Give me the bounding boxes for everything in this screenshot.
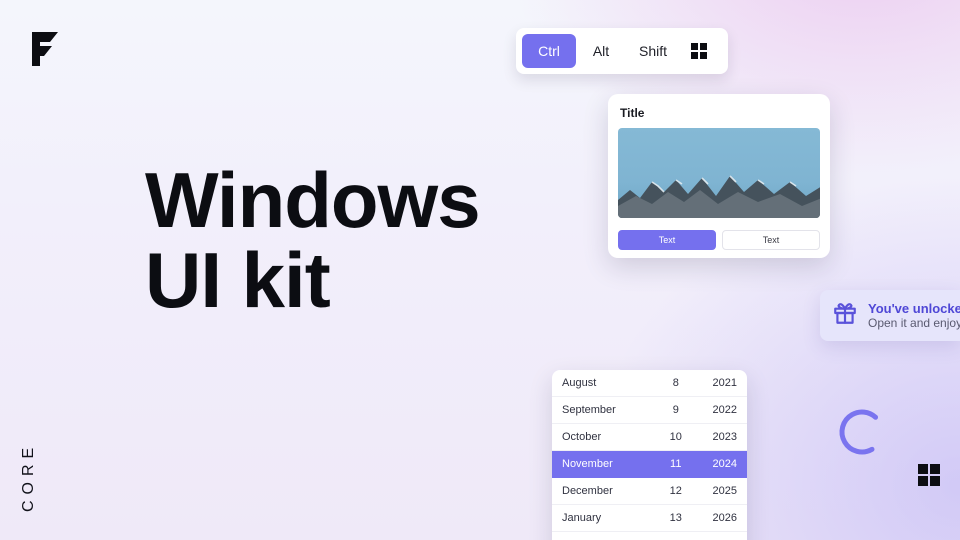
date-picker-year: 2022 <box>693 404 737 416</box>
date-picker-row[interactable]: September92022 <box>552 397 747 424</box>
alt-key-label: Alt <box>593 43 609 59</box>
date-picker-year: 2026 <box>693 512 737 524</box>
ctrl-key-label: Ctrl <box>538 43 560 59</box>
date-picker: August82021September92022October102023No… <box>552 370 747 540</box>
shift-key-label: Shift <box>639 43 667 59</box>
windows-grid-icon <box>918 464 940 486</box>
date-picker-row[interactable]: October102023 <box>552 424 747 451</box>
unlocked-banner[interactable]: You've unlocked Open it and enjoy. <box>820 290 960 341</box>
page-title: Windows UI kit <box>145 160 480 321</box>
date-picker-year: 2024 <box>693 458 737 470</box>
card-hero-image <box>618 128 820 218</box>
windows-grid-icon <box>691 43 707 59</box>
date-picker-day: 12 <box>658 485 693 497</box>
date-picker-month: November <box>562 458 658 470</box>
card-primary-button[interactable]: Text <box>618 230 716 250</box>
gift-icon <box>832 300 858 331</box>
date-picker-month: September <box>562 404 658 416</box>
card-secondary-button-label: Text <box>763 235 780 245</box>
date-picker-year: 2025 <box>693 485 737 497</box>
alt-key-button[interactable]: Alt <box>578 34 624 68</box>
loading-spinner-icon <box>836 406 888 458</box>
card-secondary-button[interactable]: Text <box>722 230 820 250</box>
date-picker-row[interactable]: February142027 <box>552 532 747 540</box>
date-picker-day: 11 <box>658 458 693 470</box>
windows-key-button[interactable] <box>682 34 716 68</box>
date-picker-year: 2023 <box>693 431 737 443</box>
date-picker-month: October <box>562 431 658 443</box>
date-picker-row[interactable]: January132026 <box>552 505 747 532</box>
logo-icon <box>32 32 58 71</box>
ctrl-key-button[interactable]: Ctrl <box>522 34 576 68</box>
date-picker-row[interactable]: December122025 <box>552 478 747 505</box>
banner-text: You've unlocked Open it and enjoy. <box>868 301 960 330</box>
card-title: Title <box>620 106 820 120</box>
date-picker-row[interactable]: August82021 <box>552 370 747 397</box>
card-actions: Text Text <box>618 230 820 250</box>
core-label: CORE <box>20 442 38 512</box>
date-picker-month: January <box>562 512 658 524</box>
banner-title: You've unlocked <box>868 301 960 316</box>
date-picker-year: 2021 <box>693 377 737 389</box>
date-picker-day: 10 <box>658 431 693 443</box>
banner-subtitle: Open it and enjoy. <box>868 316 960 330</box>
page-title-line2: UI kit <box>145 236 330 324</box>
page-title-line1: Windows <box>145 156 480 244</box>
date-picker-day: 9 <box>658 404 693 416</box>
modifier-key-toggle: Ctrl Alt Shift <box>516 28 728 74</box>
date-picker-day: 8 <box>658 377 693 389</box>
date-picker-month: December <box>562 485 658 497</box>
preview-card: Title Text Text <box>608 94 830 258</box>
card-primary-button-label: Text <box>659 235 676 245</box>
date-picker-row[interactable]: November112024 <box>552 451 747 478</box>
shift-key-button[interactable]: Shift <box>626 34 680 68</box>
date-picker-day: 13 <box>658 512 693 524</box>
date-picker-month: August <box>562 377 658 389</box>
